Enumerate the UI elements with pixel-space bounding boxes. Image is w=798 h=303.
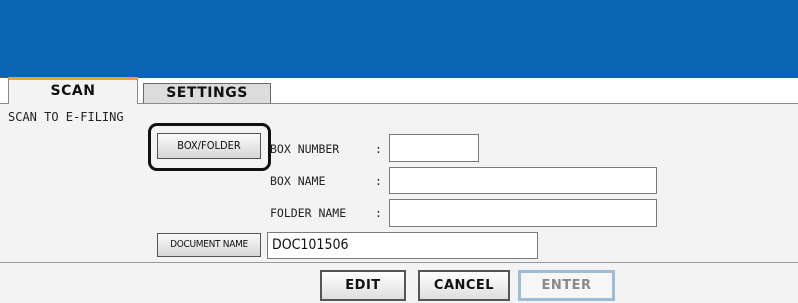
section-title: SCAN TO E-FILING	[8, 110, 124, 124]
box-number-field[interactable]	[389, 134, 479, 162]
folder-name-label: FOLDER NAME	[270, 206, 347, 220]
header-bar	[0, 0, 798, 78]
box-name-field[interactable]	[389, 167, 657, 194]
document-name-field[interactable]: DOC101506	[267, 232, 538, 259]
enter-button[interactable]: ENTER	[518, 270, 615, 301]
tab-settings[interactable]: SETTINGS	[143, 83, 271, 104]
box-number-label: BOX NUMBER	[270, 142, 340, 156]
document-name-button[interactable]: DOCUMENT NAME	[157, 233, 261, 257]
box-name-label: BOX NAME	[270, 174, 326, 188]
folder-name-colon: :	[375, 206, 382, 220]
cancel-button[interactable]: CANCEL	[418, 270, 510, 301]
edit-button[interactable]: EDIT	[320, 270, 406, 301]
box-name-colon: :	[375, 174, 382, 188]
box-folder-button[interactable]: BOX/FOLDER	[157, 133, 261, 159]
box-number-colon: :	[375, 142, 382, 156]
tab-scan[interactable]: SCAN	[8, 77, 138, 104]
divider	[0, 262, 798, 263]
folder-name-field[interactable]	[389, 199, 657, 227]
